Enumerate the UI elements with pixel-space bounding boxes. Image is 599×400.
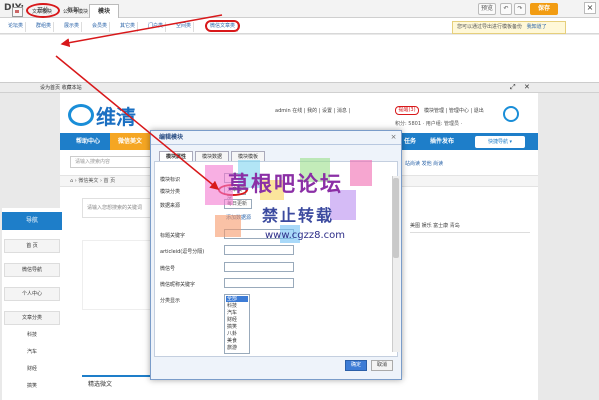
- sidebar-item-profile[interactable]: 个人中心: [4, 287, 60, 301]
- category-group[interactable]: 群组类: [34, 22, 55, 32]
- admin-links[interactable]: 模块管理 | 管理中心 | 退出: [424, 107, 484, 114]
- label-module-category: 模块分类: [160, 189, 181, 195]
- featured-heading: 精选微文: [82, 375, 152, 393]
- redo-button[interactable]: ↷: [514, 3, 526, 15]
- label-title-keyword: 标题关键字: [160, 233, 186, 239]
- sidebar-sub-car[interactable]: 汽车: [4, 348, 60, 355]
- site-logo-text: 维清: [96, 105, 136, 129]
- site-mini-logo-icon: [503, 106, 519, 122]
- module-item-official-account[interactable]: 公众号模块: [63, 5, 88, 19]
- user-bar[interactable]: admin 在线 | 我的 | 设置 | 消息 |: [275, 107, 350, 114]
- highlight-circle: [205, 20, 240, 32]
- strip-links[interactable]: 设为首页 收藏本站: [40, 84, 82, 91]
- sidebar-item-categories[interactable]: 文章分类: [4, 311, 60, 325]
- sidebar-item-wechat-nav[interactable]: 微信导航: [4, 263, 60, 277]
- close-icon[interactable]: ✕: [524, 83, 530, 91]
- category-option[interactable]: 搞笑: [226, 324, 248, 330]
- label-nickname-keyword: 微信昵称关键字: [160, 282, 196, 288]
- watermark-url: www.cgzz8.com: [265, 230, 346, 241]
- sub-links[interactable]: 站尚读 发他 尚读: [405, 160, 443, 167]
- category-option[interactable]: 旅游: [226, 345, 248, 351]
- nav-wechat-articles[interactable]: 微信美文: [110, 133, 150, 150]
- divider: [410, 232, 530, 233]
- category-option[interactable]: 八卦: [226, 331, 248, 337]
- label-wechat-id: 微信号: [160, 266, 176, 272]
- nav-help[interactable]: 帮助中心: [68, 133, 108, 150]
- label-data-source: 数据来源: [160, 203, 181, 209]
- nav-tasks[interactable]: 任务: [400, 133, 420, 150]
- highlight-oval: [26, 3, 60, 18]
- backup-tip: 您可以通过导出进行模板备份 我知道了: [452, 21, 566, 34]
- category-option[interactable]: 汽车: [226, 310, 248, 316]
- confirm-button[interactable]: 确定: [345, 360, 367, 371]
- scrollbar-thumb[interactable]: [393, 178, 399, 258]
- hot-tags[interactable]: 美图 娱乐 富士康 青岛: [410, 222, 460, 229]
- expand-icon[interactable]: ⤢: [510, 83, 516, 92]
- category-member[interactable]: 会员类: [90, 22, 111, 32]
- dialog-title: 编辑模块: [151, 131, 401, 145]
- document-icon[interactable]: [12, 7, 23, 17]
- label-module-id: 模块标识: [160, 177, 181, 183]
- close-icon[interactable]: ×: [584, 2, 596, 14]
- keyword-search-input[interactable]: 请输入您想搜索的关键词: [82, 198, 152, 218]
- label-article-id: articleid(逗号分隔): [160, 249, 205, 255]
- sidebar-sub-funny[interactable]: 搞笑: [4, 382, 60, 389]
- category-option[interactable]: 科技: [226, 303, 248, 309]
- sidebar-title: 导航: [2, 212, 62, 230]
- category-option[interactable]: 全部: [226, 296, 248, 302]
- diy-toolbar: DIY: 开始 框架 模块 预览 ↶ ↷ 保存 ×: [0, 0, 599, 18]
- sidebar-sub-finance[interactable]: 财经: [4, 365, 60, 372]
- category-forum[interactable]: 论坛类: [6, 22, 27, 32]
- cancel-button[interactable]: 取消: [371, 360, 393, 371]
- category-select-list[interactable]: 全部 科技 汽车 财经 搞笑 八卦 美食 旅游: [224, 294, 250, 354]
- category-other[interactable]: 其它类: [118, 22, 139, 32]
- save-button[interactable]: 保存: [530, 3, 558, 15]
- watermark-subtitle: 禁止转载: [262, 206, 335, 225]
- wechat-id-input[interactable]: [224, 262, 294, 272]
- category-option[interactable]: 财经: [226, 317, 248, 323]
- logo-icon: [68, 104, 94, 126]
- data-source-field[interactable]: 每日更新: [224, 199, 252, 209]
- user-points: 积分: 5801 · 用户组: 管理员 ·: [395, 121, 463, 127]
- nickname-keyword-input[interactable]: [224, 278, 294, 288]
- sidebar-item-home[interactable]: 首 页: [4, 239, 60, 253]
- backup-tip-text: 您可以通过导出进行模板备份: [457, 24, 523, 30]
- category-portal[interactable]: 门户类: [146, 22, 167, 32]
- sidebar-sub-tech[interactable]: 科技: [4, 331, 60, 338]
- dialog-close-icon[interactable]: ×: [389, 133, 398, 142]
- category-option[interactable]: 美食: [226, 338, 248, 344]
- label-category-display: 分类显示: [160, 298, 181, 304]
- undo-button[interactable]: ↶: [500, 3, 512, 15]
- search-input[interactable]: 请输入搜索内容: [70, 156, 160, 168]
- category-space[interactable]: 空间类: [174, 22, 195, 32]
- reminder-badge[interactable]: 提醒(3): [395, 106, 419, 115]
- module-list: [0, 35, 599, 83]
- nav-plugins[interactable]: 插件发布: [422, 133, 462, 150]
- add-source-link[interactable]: 添加数据源: [226, 214, 251, 221]
- tip-dismiss-link[interactable]: 我知道了: [527, 24, 547, 30]
- page-strip: 设为首页 收藏本站 ⤢ ✕: [0, 83, 599, 93]
- tab-module[interactable]: 模块: [89, 4, 119, 18]
- category-display[interactable]: 展示类: [62, 22, 83, 32]
- quick-nav-button[interactable]: 快捷导航 ▾: [475, 136, 525, 148]
- article-id-input[interactable]: [224, 245, 294, 255]
- preview-button[interactable]: 预览: [478, 3, 496, 15]
- watermark-title: 草根吧论坛: [228, 172, 343, 196]
